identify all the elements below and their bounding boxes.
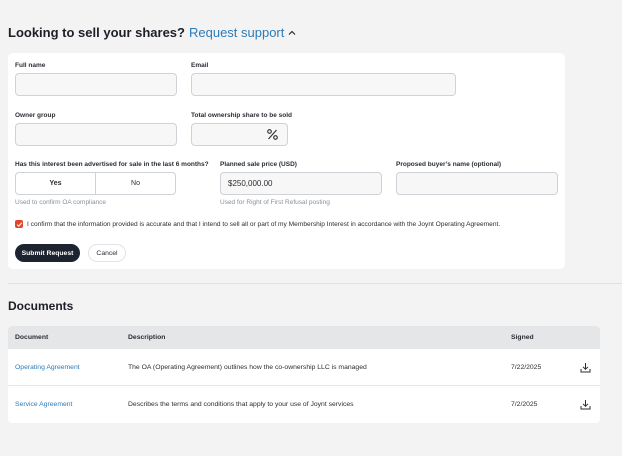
documents-table-header: Document Description Signed (8, 326, 600, 349)
submit-request-button[interactable]: Submit Request (15, 244, 80, 262)
sell-shares-heading: Looking to sell your shares? Request sup… (8, 25, 297, 40)
table-row: Service Agreement Describes the terms an… (8, 386, 600, 423)
download-icon[interactable] (580, 362, 591, 373)
advertised-helper: Used to confirm OA compliance (15, 199, 107, 206)
sell-heading-text: Looking to sell your shares? (8, 25, 185, 40)
advertised-no-option[interactable]: No (95, 173, 175, 194)
buyer-name-label: Proposed buyer’s name (optional) (396, 161, 502, 168)
documents-table: Document Description Signed Operating Ag… (8, 326, 600, 423)
cancel-button[interactable]: Cancel (88, 244, 126, 262)
download-icon[interactable] (580, 399, 591, 410)
document-signed-date: 7/2/2025 (511, 401, 538, 408)
request-support-link[interactable]: Request support (189, 25, 284, 40)
documents-title: Documents (8, 299, 74, 313)
confirm-text: I confirm that the information provided … (27, 220, 501, 228)
ownership-share-input[interactable] (191, 123, 288, 146)
owner-group-label: Owner group (15, 112, 56, 119)
column-description: Description (128, 334, 166, 341)
full-name-input[interactable] (15, 73, 177, 96)
confirm-row: I confirm that the information provided … (15, 220, 500, 228)
advertised-label: Has this interest been advertised for sa… (15, 161, 209, 168)
advertised-toggle: Yes No (15, 172, 176, 195)
sale-price-label: Planned sale price (USD) (220, 161, 297, 168)
document-link[interactable]: Service Agreement (15, 401, 72, 408)
document-description: The OA (Operating Agreement) outlines ho… (128, 363, 367, 371)
column-document: Document (15, 334, 49, 341)
buyer-name-input[interactable] (396, 172, 558, 195)
document-link[interactable]: Operating Agreement (15, 364, 80, 371)
table-row: Operating Agreement The OA (Operating Ag… (8, 349, 600, 386)
ownership-share-label: Total ownership share to be sold (191, 112, 293, 119)
advertised-yes-option[interactable]: Yes (16, 173, 95, 194)
full-name-label: Full name (15, 62, 46, 69)
sell-request-form: Full name Email Owner group Total owners… (8, 53, 565, 269)
column-signed: Signed (511, 334, 534, 341)
percent-icon (267, 129, 278, 140)
confirm-checkbox[interactable] (15, 220, 23, 228)
document-description: Describes the terms and conditions that … (128, 401, 354, 408)
sale-price-helper: Used for Right of First Refusal posting (220, 199, 330, 206)
email-input[interactable] (191, 73, 456, 96)
sale-price-input[interactable]: $250,000.00 (220, 172, 382, 195)
email-label: Email (191, 62, 209, 69)
owner-group-input[interactable] (15, 123, 177, 146)
section-divider (8, 283, 622, 284)
document-signed-date: 7/22/2025 (511, 363, 542, 371)
checkmark-icon (16, 221, 22, 227)
chevron-up-icon[interactable] (287, 28, 297, 38)
